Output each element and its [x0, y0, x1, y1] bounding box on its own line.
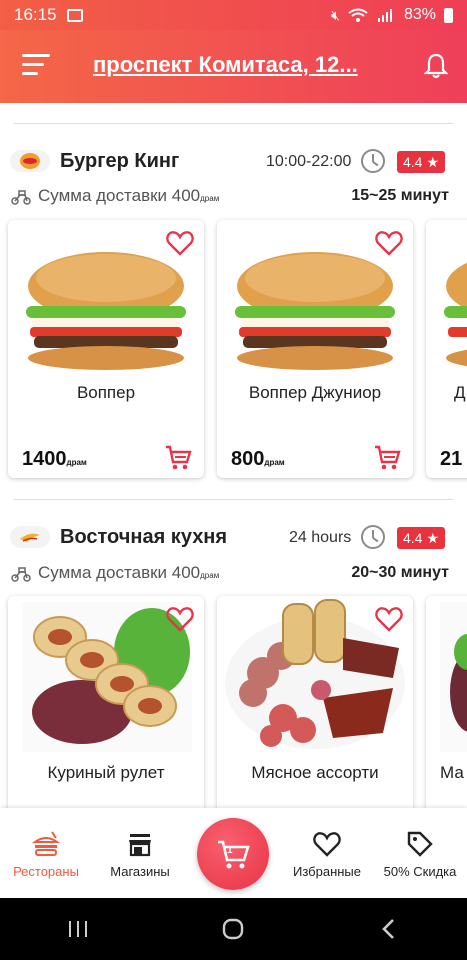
add-to-cart-icon[interactable]	[164, 444, 192, 472]
product-name: Мясное ассорти	[251, 763, 379, 782]
delivery-info: Сумма доставки 400драм 20~30 минут	[0, 560, 467, 586]
battery-icon	[444, 7, 453, 23]
product-carousel[interactable]: Куриный рулет Мясное ассорти Ма	[0, 593, 467, 808]
home-icon	[223, 918, 244, 940]
oriental-kitchen-logo	[10, 526, 50, 548]
cart-button[interactable]: 1	[197, 818, 269, 890]
divider	[14, 123, 453, 124]
clock-icon	[361, 525, 385, 549]
menu-icon[interactable]	[22, 54, 50, 78]
app-header: проспект Комитаса, 12...	[0, 30, 467, 103]
product-name: Воппер Джуниор	[248, 383, 382, 402]
nav-restaurants[interactable]: Рестораны	[0, 830, 92, 879]
delivery-cost: Сумма доставки 400драм	[38, 186, 220, 205]
product-price: 1400драм	[22, 448, 87, 470]
delivery-address[interactable]: проспект Комитаса, 12...	[93, 52, 393, 78]
rating-badge: 4.4 ★	[397, 527, 446, 549]
system-nav-bar	[0, 898, 467, 960]
add-to-cart-icon[interactable]	[373, 444, 401, 472]
product-card[interactable]: Куриный рулет	[8, 596, 204, 808]
back-icon	[382, 919, 395, 939]
rating-value: 4.4	[403, 530, 423, 546]
scooter-icon	[11, 567, 31, 582]
scooter-icon	[11, 190, 31, 205]
rating-value: 4.4	[403, 154, 423, 170]
restaurant-name: Восточная кухня	[60, 526, 228, 548]
product-price: 21	[440, 448, 463, 470]
status-time: 16:15	[14, 5, 57, 24]
delivery-info: Сумма доставки 400драм 15~25 минут	[0, 183, 467, 209]
status-right: 🔇︎ 83%	[331, 6, 453, 24]
nav-discount-label: 50% Скидка	[383, 864, 457, 879]
product-price: 800драм	[231, 448, 285, 470]
wifi-icon	[348, 8, 368, 22]
restaurant-hours: 10:00-22:00	[266, 153, 352, 170]
product-card[interactable]: Д 21	[426, 220, 467, 478]
back-button[interactable]	[369, 914, 409, 944]
tag-icon	[407, 831, 433, 857]
divider	[14, 499, 453, 500]
product-card[interactable]: Воппер 1400драм	[8, 220, 204, 478]
product-name: Ма	[440, 763, 464, 782]
cart-icon	[218, 840, 250, 869]
delivery-time: 15~25 минут	[351, 187, 449, 204]
restaurant-feed[interactable]: Бургер Кинг 10:00-22:00 4.4 ★ Сумма дост…	[0, 103, 467, 808]
star-icon: ★	[426, 529, 440, 546]
home-button[interactable]	[213, 914, 253, 944]
nav-favorites[interactable]: Избранные	[281, 830, 373, 879]
product-name: Воппер	[76, 383, 136, 402]
restaurant-header[interactable]: Восточная кухня 24 hours 4.4 ★	[0, 520, 467, 556]
product-card[interactable]: Воппер Джуниор 800драм	[217, 220, 413, 478]
nav-restaurants-label: Рестораны	[13, 864, 79, 879]
mute-icon: 🔇︎	[331, 6, 340, 23]
battery-percent: 83%	[403, 6, 436, 23]
product-carousel[interactable]: Воппер 1400драм Воппер Джуниор 800драм Д…	[0, 217, 467, 483]
star-icon: ★	[426, 153, 440, 170]
nav-shops-label: Магазины	[110, 864, 170, 879]
heart-icon[interactable]	[375, 606, 403, 632]
recent-apps-button[interactable]	[58, 914, 98, 944]
nav-favorites-label: Избранные	[293, 864, 361, 879]
restaurant-icon	[32, 831, 60, 856]
image-notification-icon	[66, 8, 83, 22]
product-card[interactable]: Мясное ассорти	[217, 596, 413, 808]
rating-badge: 4.4 ★	[397, 151, 446, 173]
nav-discount[interactable]: 50% Скидка	[374, 830, 466, 879]
restaurant-hours: 24 hours	[289, 529, 352, 546]
delivery-time: 20~30 минут	[351, 564, 449, 581]
heart-icon[interactable]	[166, 606, 194, 632]
signal-icon	[377, 9, 392, 22]
store-icon	[129, 834, 151, 857]
heart-icon	[313, 832, 341, 857]
restaurant-header[interactable]: Бургер Кинг 10:00-22:00 4.4 ★	[0, 144, 467, 180]
product-name: Куриный рулет	[47, 763, 165, 782]
burger-image	[26, 252, 186, 370]
cart-count: 1	[227, 845, 233, 856]
product-card[interactable]: Ма	[426, 596, 467, 808]
restaurant-name: Бургер Кинг	[60, 150, 180, 172]
clock-icon	[361, 149, 385, 173]
delivery-cost: Сумма доставки 400драм	[38, 563, 220, 582]
product-name: Д	[454, 383, 466, 402]
bottom-navigation: Рестораны Магазины 1 Избранные 50% Скидк…	[0, 808, 467, 898]
bell-icon[interactable]	[424, 52, 448, 80]
nav-shops[interactable]: Магазины	[94, 830, 186, 879]
burger-image	[235, 252, 395, 370]
burger-king-logo	[10, 150, 50, 172]
recent-apps-icon	[68, 921, 87, 937]
food-image	[440, 602, 467, 752]
status-bar: 16:15 🔇︎ 83%	[0, 0, 467, 30]
burger-image	[444, 262, 467, 367]
